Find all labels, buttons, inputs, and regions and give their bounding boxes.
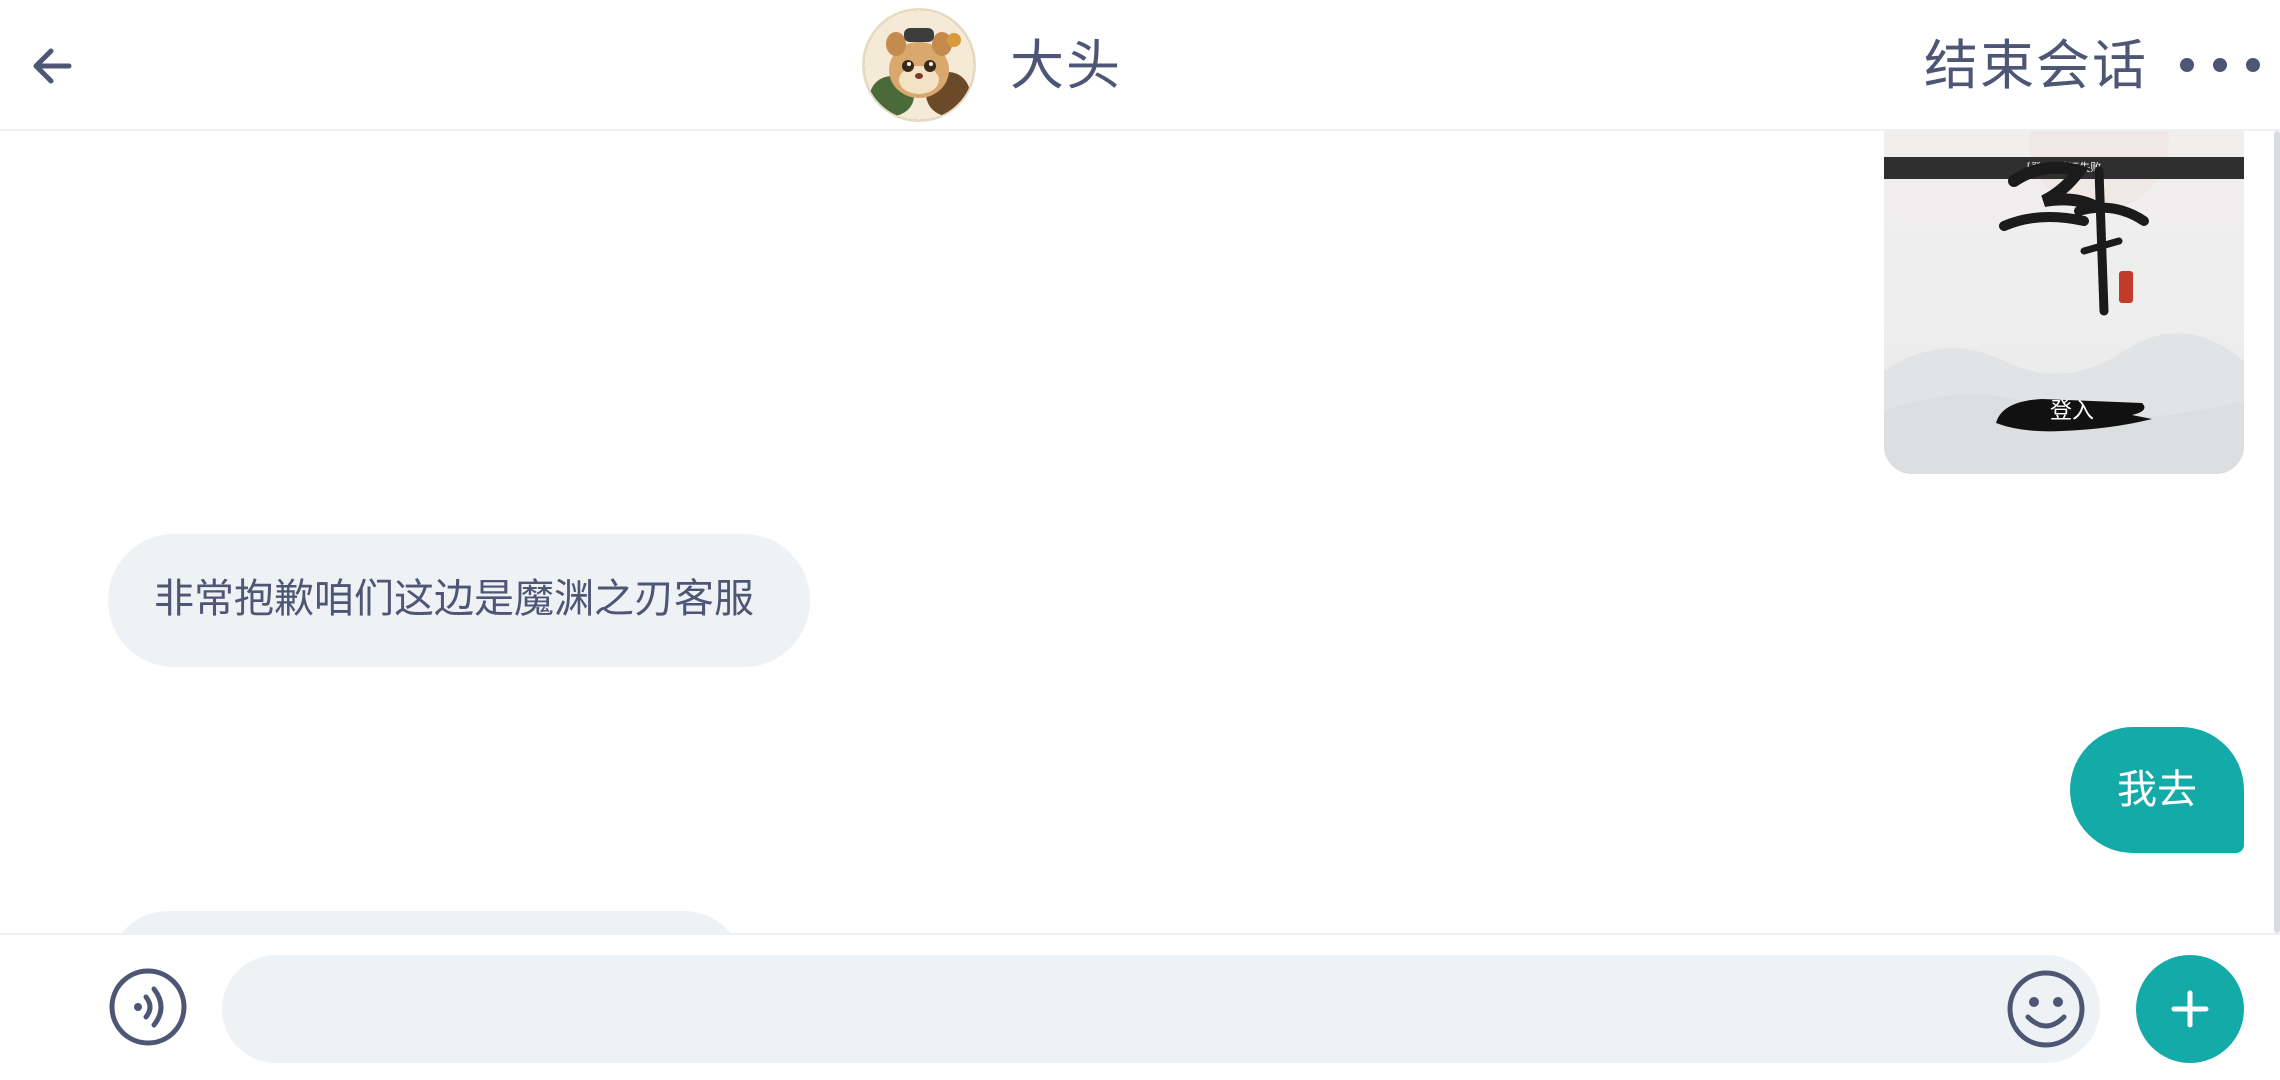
- plus-icon: [2171, 990, 2209, 1028]
- avatar-image: [864, 10, 974, 120]
- voice-icon: [109, 968, 187, 1046]
- plus-button[interactable]: [2136, 955, 2244, 1063]
- emoji-icon: [2007, 970, 2085, 1048]
- end-session-button[interactable]: 结束会话: [1924, 34, 2148, 98]
- calligraphy-logo: [1999, 161, 2149, 316]
- arrow-left-icon: [33, 48, 72, 84]
- contact-name: 大头: [1010, 34, 1122, 97]
- back-button[interactable]: [22, 36, 82, 96]
- emoji-button[interactable]: [2006, 969, 2086, 1049]
- more-options-button[interactable]: [2180, 40, 2260, 90]
- login-button-text: 登入: [2049, 399, 2094, 424]
- message-input[interactable]: [222, 955, 2100, 1063]
- incoming-message-bubble[interactable]: 非常抱歉咱们这边是魔渊之刃客服: [108, 534, 810, 667]
- scrollbar-thumb[interactable]: [2274, 131, 2280, 933]
- image-message[interactable]: [登录]验证失败 登入: [1884, 131, 2244, 474]
- voice-button[interactable]: [108, 967, 188, 1047]
- more-dots-icon: [2180, 58, 2194, 72]
- message-list[interactable]: [登录]验证失败 登入 非常抱歉咱们这边是魔渊之刃客服 我去: [0, 131, 2280, 933]
- outgoing-message-bubble[interactable]: 我去: [2070, 727, 2244, 853]
- avatar[interactable]: [862, 8, 976, 122]
- chat-app: 大头 结束会话 [登录]验证失败 登入 非常抱歉咱们这边是魔渊之刃客服 我去: [0, 0, 2280, 1080]
- scrollbar[interactable]: [2274, 131, 2280, 933]
- chat-header: 大头 结束会话: [0, 0, 2280, 131]
- input-bar: [0, 933, 2280, 1080]
- incoming-message-bubble-partial[interactable]: [108, 911, 744, 933]
